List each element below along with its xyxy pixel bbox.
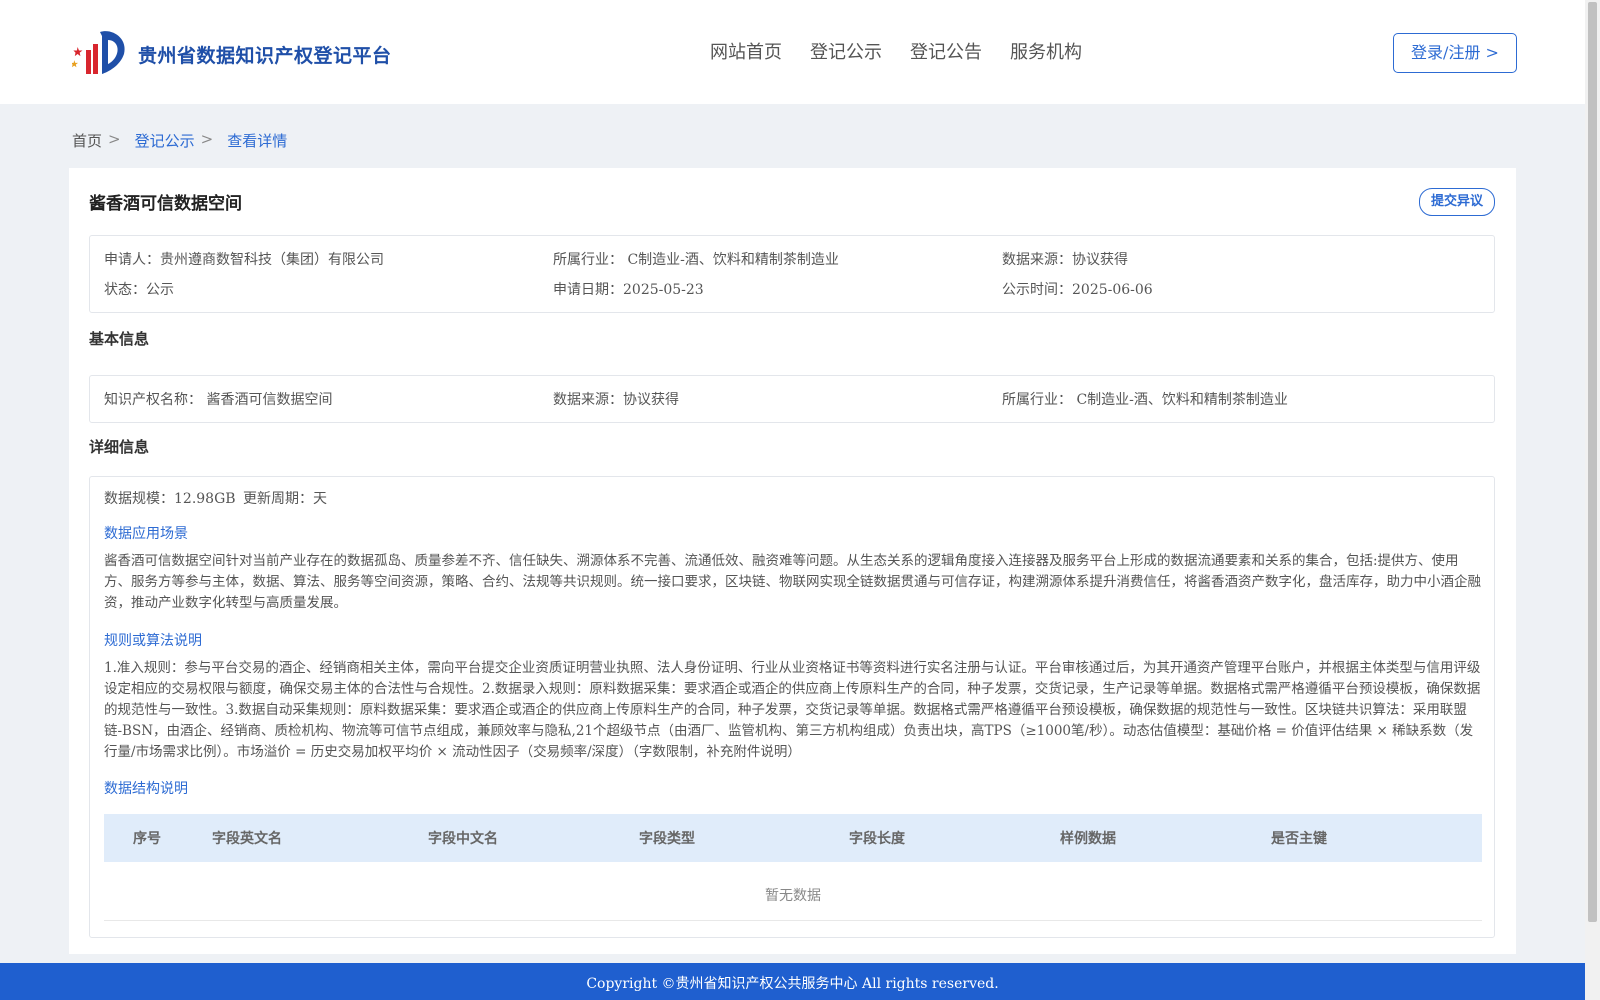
footer: Copyright ©贵州省知识产权公共服务中心 All rights rese… <box>0 963 1585 1000</box>
submit-objection-button[interactable]: 提交异议 <box>1419 188 1495 216</box>
table-bottom-divider <box>104 920 1482 921</box>
th-field-en: 字段英文名 <box>212 831 282 847</box>
breadcrumb-publicity[interactable]: 登记公示 <box>135 130 195 151</box>
breadcrumb: 首页 > 登记公示 > 查看详情 <box>72 130 287 151</box>
th-sample-data: 样例数据 <box>1060 831 1116 847</box>
ip-name: 知识产权名称： 酱香酒可信数据空间 <box>104 392 333 408</box>
scenario-text: 酱香酒可信数据空间针对当前产业存在的数据孤岛、质量参差不齐、信任缺失、溯源体系不… <box>104 553 1481 611</box>
breadcrumb-detail[interactable]: 查看详情 <box>227 130 287 151</box>
nav-service-agencies[interactable]: 服务机构 <box>1010 38 1082 64</box>
basic-info-box: 知识产权名称： 酱香酒可信数据空间 数据来源：协议获得 所属行业： C制造业-酒… <box>89 375 1495 423</box>
breadcrumb-separator: > <box>200 130 214 148</box>
status: 状态：公示 <box>104 282 174 298</box>
th-primary-key: 是否主键 <box>1271 831 1327 847</box>
nav-registration-announcement[interactable]: 登记公告 <box>910 38 982 64</box>
scrollbar-thumb[interactable] <box>1588 2 1597 922</box>
th-index: 序号 <box>133 831 161 847</box>
site-title[interactable]: 贵州省数据知识产权登记平台 <box>138 41 392 68</box>
breadcrumb-home[interactable]: 首页 <box>72 130 102 151</box>
data-scale: 数据规模：12.98GB <box>104 491 236 507</box>
th-field-length: 字段长度 <box>849 831 905 847</box>
data-source: 数据来源：协议获得 <box>1002 252 1128 268</box>
basic-industry: 所属行业： C制造业-酒、饮料和精制茶制造业 <box>1002 392 1288 408</box>
page-scrollbar[interactable] <box>1585 0 1600 1000</box>
publish-date: 公示时间：2025-06-06 <box>1002 282 1153 298</box>
th-field-cn: 字段中文名 <box>428 831 498 847</box>
structure-table-header: 序号 字段英文名 字段中文名 字段类型 字段长度 样例数据 是否主键 <box>104 814 1482 862</box>
record-title: 酱香酒可信数据空间 <box>89 194 242 214</box>
nav-registration-publicity[interactable]: 登记公示 <box>810 38 882 64</box>
rules-title: 规则或算法说明 <box>104 633 202 649</box>
rules-text: 1.准入规则：参与平台交易的酒企、经销商相关主体，需向平台提交企业资质证明营业执… <box>104 660 1481 760</box>
nav-home[interactable]: 网站首页 <box>710 38 782 64</box>
th-field-type: 字段类型 <box>639 831 695 847</box>
table-empty-text: 暂无数据 <box>765 888 821 904</box>
scenario-title: 数据应用场景 <box>104 526 188 542</box>
basic-data-source: 数据来源：协议获得 <box>553 392 679 408</box>
detail-info-title: 详细信息 <box>89 438 150 456</box>
basic-info-title: 基本信息 <box>89 330 150 348</box>
structure-title: 数据结构说明 <box>104 781 188 797</box>
login-register-button[interactable]: 登录/注册 > <box>1393 33 1517 73</box>
top-header: 贵州省数据知识产权登记平台 网站首页 登记公示 登记公告 服务机构 登录/注册 … <box>0 0 1585 104</box>
main-nav: 网站首页 登记公示 登记公告 服务机构 <box>710 38 1082 64</box>
copyright-text: Copyright ©贵州省知识产权公共服务中心 All rights rese… <box>586 976 999 992</box>
industry: 所属行业： C制造业-酒、饮料和精制茶制造业 <box>553 252 839 268</box>
detail-panel: 酱香酒可信数据空间 提交异议 申请人：贵州遵商数智科技（集团）有限公司 所属行业… <box>69 168 1516 954</box>
detail-info-box: 数据规模：12.98GB 更新周期：天 数据应用场景 酱香酒可信数据空间针对当前… <box>89 476 1495 938</box>
breadcrumb-separator: > <box>108 130 121 148</box>
applicant: 申请人：贵州遵商数智科技（集团）有限公司 <box>104 252 384 268</box>
summary-box: 申请人：贵州遵商数智科技（集团）有限公司 所属行业： C制造业-酒、饮料和精制茶… <box>89 235 1495 313</box>
update-cycle: 更新周期：天 <box>243 491 327 507</box>
apply-date: 申请日期：2025-05-23 <box>553 282 704 298</box>
site-logo-icon <box>72 31 125 74</box>
